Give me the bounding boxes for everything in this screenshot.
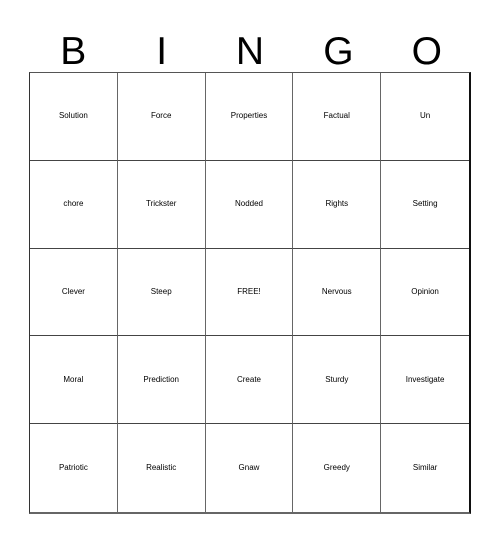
bingo-cell[interactable]: Un [381,73,469,161]
bingo-cell[interactable]: Trickster [117,160,206,249]
bingo-header: B I N G O [29,30,471,74]
bingo-cell[interactable]: Clever [30,248,118,337]
bingo-cell-free[interactable]: FREE! [205,248,294,337]
bingo-cell[interactable]: Factual [293,73,382,161]
bingo-cell[interactable]: Realistic [118,424,206,512]
header-letter-b: B [60,30,87,73]
bingo-cell[interactable]: Prediction [117,336,206,425]
bingo-cell[interactable]: Steep [117,248,206,337]
header-letter-i: I [156,30,168,73]
bingo-cell[interactable]: Create [205,336,294,425]
bingo-cell[interactable]: Nervous [293,248,382,337]
bingo-cell[interactable]: Setting [381,161,469,249]
header-letter-g: G [323,30,354,73]
bingo-cell[interactable]: Force [117,73,206,161]
bingo-cell[interactable]: Patriotic [30,424,118,512]
bingo-card-grid: Solution Force Properties Factual Un cho… [29,72,471,514]
bingo-cell[interactable]: Sturdy [293,336,382,425]
bingo-cell[interactable]: Properties [205,73,294,161]
bingo-cell[interactable]: Rights [293,160,382,249]
bingo-cell[interactable]: Opinion [381,249,469,337]
bingo-cell[interactable]: Gnaw [206,424,294,512]
bingo-cell[interactable]: Similar [381,424,469,512]
bingo-cell[interactable]: chore [30,160,118,249]
bingo-cell[interactable]: Moral [30,336,118,425]
header-letter-n: N [235,30,265,73]
header-letter-o: O [411,30,442,73]
bingo-cell[interactable]: Greedy [293,424,382,512]
bingo-cell[interactable]: Nodded [205,160,294,249]
bingo-cell[interactable]: Solution [30,73,118,161]
bingo-cell[interactable]: Investigate [381,336,469,425]
